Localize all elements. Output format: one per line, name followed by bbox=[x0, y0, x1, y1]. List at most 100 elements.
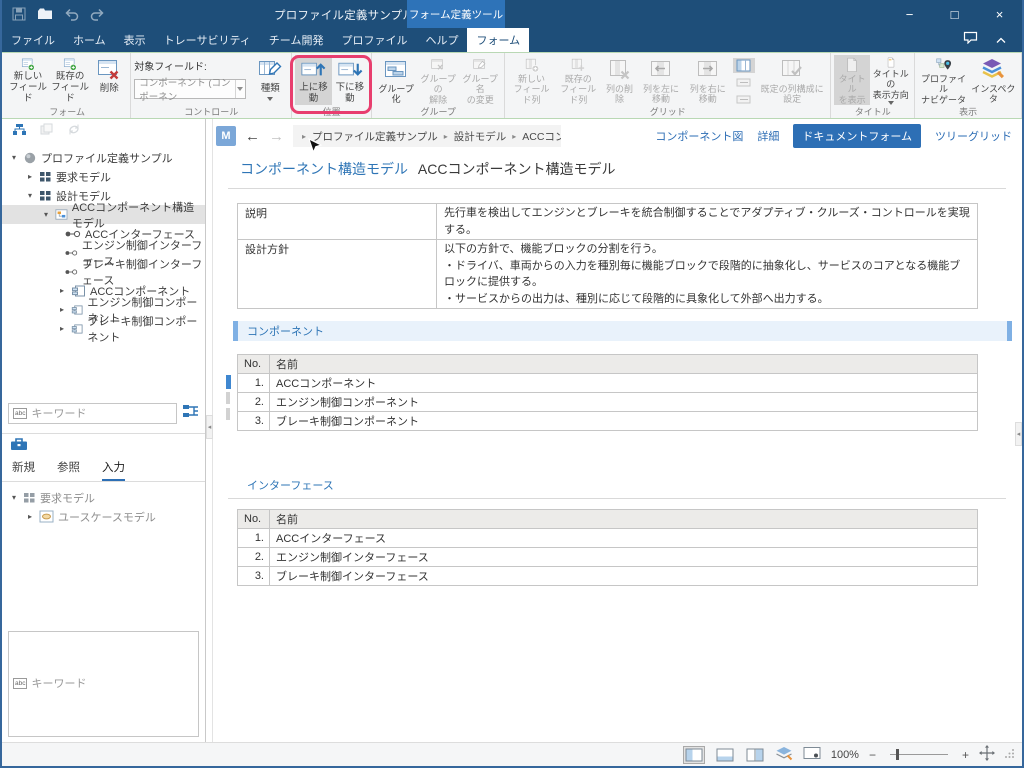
target-field-combo[interactable]: コンポーネント (コンポーネン bbox=[134, 79, 246, 99]
collapse-ribbon-icon[interactable] bbox=[996, 31, 1006, 49]
copy-view-icon[interactable] bbox=[40, 123, 54, 141]
move-up-button[interactable]: 上に移動 bbox=[295, 55, 331, 105]
rename-group-button[interactable]: グループ名 の変更 bbox=[459, 55, 501, 105]
tab-file[interactable]: ファイル bbox=[2, 28, 64, 52]
column-header-name[interactable]: 名前 bbox=[270, 355, 978, 374]
tree-item-brake-component[interactable]: ▸ ブレーキ制御コンポーネント bbox=[2, 319, 205, 338]
profile-navigator-button[interactable]: プロファイル ナビゲータ bbox=[918, 55, 968, 105]
section-header-component[interactable]: コンポーネント bbox=[233, 321, 1012, 341]
pan-icon[interactable] bbox=[979, 745, 995, 764]
cell-name[interactable]: ACCインターフェース bbox=[270, 529, 978, 548]
save-icon[interactable] bbox=[12, 7, 26, 21]
move-column-left-button[interactable]: 列を左に移動 bbox=[638, 55, 685, 105]
tab-team[interactable]: チーム開発 bbox=[260, 28, 333, 52]
expander-icon[interactable]: ▾ bbox=[41, 210, 51, 219]
cell-name[interactable]: ブレーキ制御コンポーネント bbox=[270, 412, 978, 431]
screen-icon[interactable] bbox=[803, 746, 821, 763]
tree-item-project[interactable]: ▾ プロファイル定義サンプル bbox=[2, 148, 205, 167]
breadcrumb-segment[interactable]: ACCコンポーネント構造モデル bbox=[522, 129, 561, 144]
tab-form[interactable]: フォーム bbox=[467, 28, 529, 52]
row-handle[interactable] bbox=[226, 375, 231, 389]
property-value[interactable]: 先行車を検出してエンジンとブレーキを統合制御することでアダプティブ・クルーズ・コ… bbox=[437, 204, 978, 240]
column-style-toggle[interactable] bbox=[733, 58, 755, 73]
group-button[interactable]: グループ化 bbox=[375, 55, 417, 105]
column-header-no[interactable]: No. bbox=[238, 355, 270, 374]
property-label[interactable]: 説明 bbox=[238, 204, 437, 240]
view-component-diagram[interactable]: コンポーネント図 bbox=[655, 128, 743, 144]
feedback-icon[interactable] bbox=[963, 31, 978, 49]
view-document-form[interactable]: ドキュメントフォーム bbox=[793, 124, 921, 148]
redo-icon[interactable] bbox=[90, 8, 105, 21]
move-column-right-button[interactable]: 列を右に移動 bbox=[684, 55, 731, 105]
model-tree-icon[interactable] bbox=[12, 123, 27, 141]
delete-field-button[interactable]: 削除 bbox=[91, 55, 127, 105]
navigator-search-input[interactable] bbox=[31, 408, 172, 420]
cell-name[interactable]: エンジン制御インターフェース bbox=[270, 548, 978, 567]
tab-reference[interactable]: 参照 bbox=[57, 459, 80, 481]
cell-name[interactable]: ブレーキ制御インターフェース bbox=[270, 567, 978, 586]
existing-field-button[interactable]: 既存の フィールド bbox=[49, 55, 91, 105]
tree-item-acc-structure-model[interactable]: ▾ ACCコンポーネント構造モデル bbox=[2, 205, 205, 224]
default-columns-button[interactable]: 既定の列構成に 設定 bbox=[757, 55, 827, 105]
expander-icon[interactable]: ▾ bbox=[25, 191, 35, 200]
tree-item-requirement-model[interactable]: ▸ 要求モデル bbox=[2, 167, 205, 186]
collapse-right-panel-handle[interactable]: ◂ bbox=[1015, 422, 1022, 446]
row-handle[interactable] bbox=[226, 408, 230, 420]
toolbox-icon[interactable] bbox=[10, 437, 28, 456]
expander-icon[interactable]: ▸ bbox=[57, 305, 67, 314]
show-title-button[interactable]: タイトル を表示 bbox=[834, 55, 870, 105]
forward-button[interactable]: → bbox=[269, 128, 284, 145]
minimize-button[interactable]: − bbox=[887, 0, 932, 28]
undo-icon[interactable] bbox=[64, 8, 79, 21]
row-handle[interactable] bbox=[226, 392, 230, 404]
view-detail[interactable]: 詳細 bbox=[757, 128, 779, 144]
new-field-button[interactable]: 新しい フィールド bbox=[7, 55, 49, 105]
maximize-button[interactable]: □ bbox=[932, 0, 977, 28]
tab-input[interactable]: 入力 bbox=[102, 459, 125, 481]
property-label[interactable]: 設計方針 bbox=[238, 240, 437, 309]
title-direction-button[interactable]: タイトルの 表示方向 bbox=[870, 55, 911, 105]
expander-icon[interactable]: ▸ bbox=[25, 512, 35, 521]
inspector-button[interactable]: インスペクタ bbox=[969, 55, 1018, 105]
expander-icon[interactable]: ▸ bbox=[25, 172, 35, 181]
breadcrumb-segment[interactable]: プロファイル定義サンプル bbox=[312, 129, 438, 144]
filter-icon[interactable] bbox=[182, 404, 199, 424]
tab-profile[interactable]: プロファイル bbox=[332, 28, 416, 52]
column-header-name[interactable]: 名前 bbox=[270, 510, 978, 529]
expander-icon[interactable]: ▸ bbox=[57, 324, 67, 333]
kind-button[interactable]: 種類 bbox=[252, 55, 288, 105]
section-header-interface[interactable]: インターフェース bbox=[247, 477, 1022, 493]
layout-bottom-panel-toggle[interactable] bbox=[715, 747, 735, 763]
breadcrumb[interactable]: ▸ プロファイル定義サンプル ▸ 設計モデル ▸ ACCコンポーネント構造モデル… bbox=[293, 125, 561, 147]
new-field-column-button[interactable]: 新しい フィールド列 bbox=[508, 55, 555, 105]
zoom-in-button[interactable]: + bbox=[962, 748, 969, 762]
close-button[interactable]: × bbox=[977, 0, 1022, 28]
resize-grip[interactable] bbox=[1005, 748, 1015, 761]
tree-item-brake-interface[interactable]: ブレーキ制御インターフェース bbox=[2, 262, 205, 281]
cell-name[interactable]: エンジン制御コンポーネント bbox=[270, 393, 978, 412]
expander-icon[interactable]: ▸ bbox=[57, 286, 67, 295]
cell-name[interactable]: ACCコンポーネント bbox=[270, 374, 978, 393]
property-value[interactable]: 以下の方針で、機能ブロックの分割を行う。 ・ドライバ、車両からの入力を種別毎に機… bbox=[437, 240, 978, 309]
layout-left-panel-toggle[interactable] bbox=[683, 746, 705, 764]
breadcrumb-segment[interactable]: 設計モデル bbox=[454, 129, 507, 144]
back-button[interactable]: ← bbox=[245, 128, 260, 145]
tab-traceability[interactable]: トレーサビリティ bbox=[155, 28, 260, 52]
expander-icon[interactable]: ▾ bbox=[9, 493, 19, 502]
view-tree-grid[interactable]: ツリーグリッド bbox=[935, 128, 1012, 144]
existing-field-column-button[interactable]: 既存の フィールド列 bbox=[555, 55, 602, 105]
tree-item-usecase-model[interactable]: ▸ ユースケースモデル bbox=[2, 507, 205, 526]
collapse-left-panel-handle[interactable]: ◂ bbox=[206, 415, 213, 439]
tab-new[interactable]: 新規 bbox=[12, 459, 35, 481]
contextual-tab-header[interactable]: フォーム定義ツール bbox=[407, 0, 505, 28]
delete-column-button[interactable]: 列の削除 bbox=[602, 55, 638, 105]
row-size-icon[interactable] bbox=[733, 75, 755, 90]
zoom-slider[interactable] bbox=[890, 754, 948, 755]
column-header-no[interactable]: No. bbox=[238, 510, 270, 529]
layers-icon[interactable] bbox=[775, 746, 793, 764]
sync-icon[interactable] bbox=[67, 123, 81, 141]
sidebar-splitter[interactable]: ◂ bbox=[206, 119, 213, 742]
layout-right-panel-toggle[interactable] bbox=[745, 747, 765, 763]
zoom-slider-thumb[interactable] bbox=[896, 749, 899, 760]
tab-help[interactable]: ヘルプ bbox=[416, 28, 467, 52]
